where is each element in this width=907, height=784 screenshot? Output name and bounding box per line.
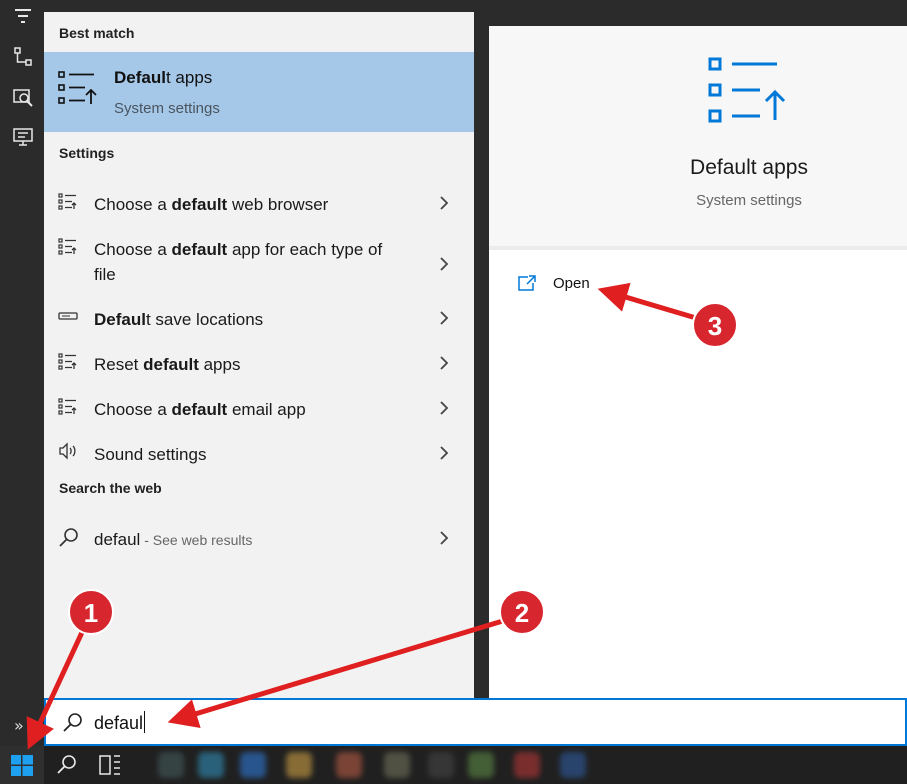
taskbar-app-icon[interactable] [468, 752, 494, 778]
settings-item-label: Reset default apps [94, 355, 241, 374]
details-header: Default apps System settings [489, 26, 907, 246]
open-label: Open [553, 275, 590, 292]
taskbar [0, 746, 907, 784]
taskbar-app-icon[interactable] [384, 752, 410, 778]
open-external-icon [517, 274, 537, 292]
left-toolbar [0, 0, 44, 746]
settings-item-label: Sound settings [94, 445, 207, 464]
list-settings-icon [58, 192, 80, 212]
search-icon [58, 527, 80, 547]
screen-search-icon[interactable] [12, 87, 34, 109]
speaker-icon [58, 442, 80, 462]
settings-item-sound-settings[interactable]: Sound settings [44, 432, 474, 476]
list-settings-icon [58, 352, 80, 372]
web-search-item[interactable]: defaul - See web results [44, 517, 474, 561]
settings-item-label: Choose a default web browser [94, 195, 329, 214]
search-icon [62, 712, 84, 734]
taskbar-app-icon[interactable] [514, 752, 540, 778]
settings-item-default-save-locations[interactable]: Default save locations [44, 297, 474, 341]
chevron-right-icon [438, 444, 450, 462]
taskbar-app-icon[interactable] [336, 752, 362, 778]
filter-icon[interactable] [12, 6, 34, 28]
settings-item-label: Choose a default app for each type of fi… [94, 240, 383, 284]
settings-item-label: Default save locations [94, 310, 264, 329]
chevron-right-icon [438, 354, 450, 372]
best-match-title: Default apps [114, 68, 213, 87]
best-match-item[interactable]: Default apps System settings [44, 52, 474, 132]
chevron-right-icon [438, 255, 450, 273]
taskbar-app-icon[interactable] [560, 752, 586, 778]
default-apps-icon [707, 56, 791, 130]
web-search-label: defaul - See web results [94, 530, 253, 549]
taskbar-app-icon[interactable] [240, 752, 266, 778]
details-title: Default apps [690, 156, 808, 179]
taskbar-app-icon[interactable] [286, 752, 312, 778]
search-results-panel: Best match Default apps System settings … [44, 12, 474, 698]
text-caret [144, 711, 146, 733]
open-button[interactable]: Open [517, 272, 697, 300]
task-view-icon[interactable] [98, 754, 122, 776]
search-input[interactable]: defaul [94, 711, 146, 734]
details-subtitle: System settings [696, 192, 802, 209]
search-box[interactable]: defaul [44, 698, 907, 746]
chevron-right-icon [438, 399, 450, 417]
divider [489, 246, 907, 250]
chevron-right-icon [438, 194, 450, 212]
details-panel: Default apps System settings Open [489, 26, 907, 698]
taskbar-search-icon[interactable] [56, 754, 80, 776]
settings-item-default-app-file-type[interactable]: Choose a default app for each type of fi… [44, 227, 474, 285]
expand-icon[interactable]: » [14, 716, 24, 735]
windows-logo-icon [11, 755, 33, 776]
list-settings-icon [58, 237, 80, 257]
drive-icon [58, 307, 80, 327]
settings-item-default-email-app[interactable]: Choose a default email app [44, 387, 474, 431]
chevron-right-icon [438, 529, 450, 547]
taskbar-app-icon[interactable] [158, 752, 184, 778]
feedback-icon[interactable] [12, 126, 34, 148]
taskbar-app-icon[interactable] [428, 752, 454, 778]
start-button[interactable] [0, 746, 44, 784]
taskbar-app-icon[interactable] [198, 752, 224, 778]
settings-item-label: Choose a default email app [94, 400, 306, 419]
settings-item-default-browser[interactable]: Choose a default web browser [44, 182, 474, 226]
hierarchy-icon[interactable] [12, 46, 34, 68]
best-match-subtitle: System settings [114, 100, 220, 117]
best-match-heading: Best match [59, 25, 135, 41]
list-settings-icon [58, 397, 80, 417]
search-web-heading: Search the web [59, 480, 162, 496]
chevron-right-icon [438, 309, 450, 327]
settings-heading: Settings [59, 145, 115, 161]
default-apps-icon [58, 70, 98, 110]
settings-item-reset-default-apps[interactable]: Reset default apps [44, 342, 474, 386]
